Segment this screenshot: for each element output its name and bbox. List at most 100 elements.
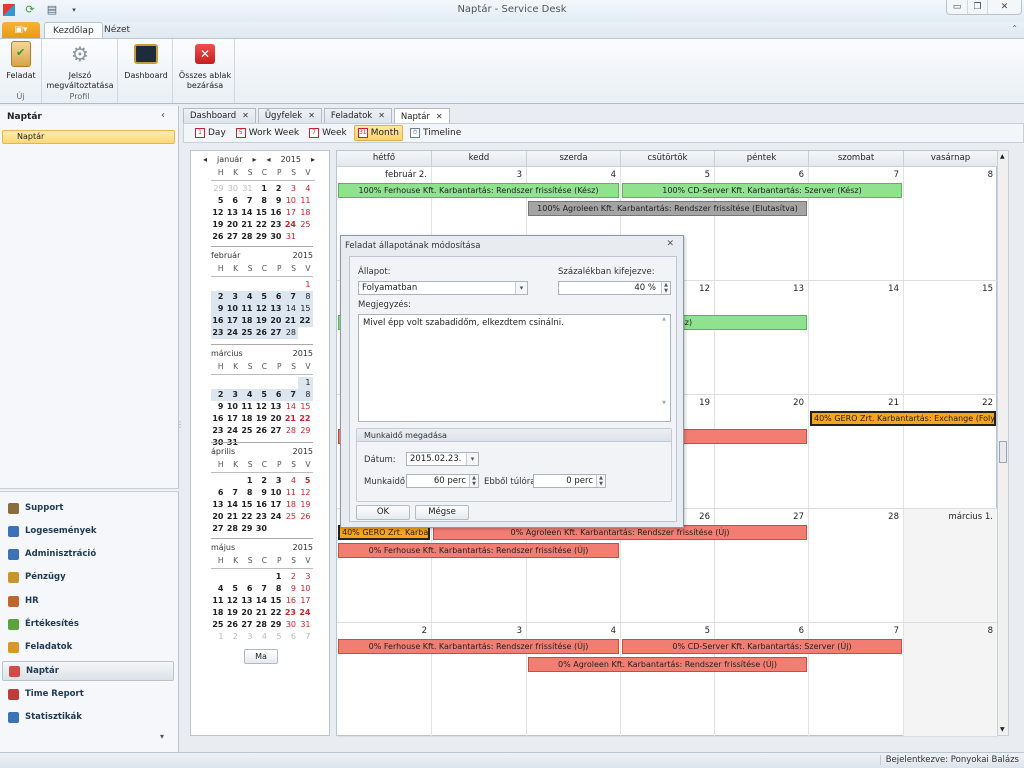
- day-cell[interactable]: 7: [283, 291, 298, 303]
- day-cell[interactable]: 22: [269, 607, 284, 619]
- day-cell[interactable]: 3: [298, 571, 313, 583]
- day-cell[interactable]: 2: [226, 631, 241, 643]
- day-cell[interactable]: 14: [255, 595, 270, 607]
- day-cell[interactable]: 19: [254, 315, 269, 327]
- day-cell[interactable]: 3: [225, 291, 240, 303]
- day-cell[interactable]: 12: [211, 207, 226, 219]
- day-cell[interactable]: 1: [255, 183, 270, 195]
- day-cell[interactable]: 18: [211, 607, 226, 619]
- day-cell[interactable]: 20: [269, 315, 284, 327]
- appointment[interactable]: 100% CD-Server Kft. Karbantartás: Szerve…: [622, 183, 902, 198]
- day-cell[interactable]: 18: [298, 207, 313, 219]
- month-day-cell[interactable]: március 1.: [904, 509, 998, 623]
- day-cell[interactable]: 20: [240, 607, 255, 619]
- day-cell[interactable]: 9: [211, 401, 226, 413]
- day-cell[interactable]: 30: [255, 523, 270, 535]
- day-cell[interactable]: 18: [284, 499, 299, 511]
- day-cell[interactable]: 19: [226, 607, 241, 619]
- next-year-icon[interactable]: ▸: [311, 155, 315, 167]
- day-cell[interactable]: 1: [269, 571, 284, 583]
- day-cell[interactable]: 6: [240, 583, 255, 595]
- day-cell[interactable]: 7: [240, 195, 255, 207]
- day-cell[interactable]: 23: [255, 511, 270, 523]
- day-cell[interactable]: 21: [226, 511, 241, 523]
- nav-item-support[interactable]: Support: [2, 498, 174, 518]
- day-cell[interactable]: 6: [284, 631, 299, 643]
- ok-button[interactable]: OK: [356, 505, 410, 520]
- day-cell[interactable]: 29: [211, 183, 226, 195]
- day-cell[interactable]: 16: [211, 413, 226, 425]
- month-day-cell[interactable]: 28: [809, 509, 904, 623]
- day-cell[interactable]: 21: [284, 413, 299, 425]
- day-cell[interactable]: 17: [284, 207, 299, 219]
- day-cell[interactable]: 9: [284, 583, 299, 595]
- month-day-cell[interactable]: 13: [715, 281, 809, 395]
- day-cell[interactable]: 13: [240, 595, 255, 607]
- prev-month-icon[interactable]: ◂: [203, 155, 207, 167]
- day-cell[interactable]: 15: [298, 303, 313, 315]
- overtime-spinner[interactable]: 0 perc ▲ ▼: [533, 474, 606, 488]
- view-work-week-button[interactable]: 5 Work Week: [233, 125, 302, 141]
- close-all-windows-button[interactable]: ✕ Összes ablak bezárása: [176, 41, 234, 91]
- day-cell[interactable]: 15: [269, 595, 284, 607]
- day-cell[interactable]: 11: [211, 595, 226, 607]
- day-cell[interactable]: 17: [269, 499, 284, 511]
- nav-item-adminisztr-ci-[interactable]: Adminisztráció: [2, 544, 174, 564]
- day-cell[interactable]: 6: [269, 389, 284, 401]
- day-cell[interactable]: 18: [240, 315, 255, 327]
- prev-year-icon[interactable]: ◂: [267, 155, 271, 167]
- day-cell[interactable]: 12: [298, 487, 313, 499]
- next-month-icon[interactable]: ▸: [253, 155, 257, 167]
- day-cell[interactable]: 4: [211, 583, 226, 595]
- day-cell[interactable]: 15: [255, 207, 270, 219]
- view-week-button[interactable]: 7 Week: [306, 125, 350, 141]
- day-cell[interactable]: 28: [226, 523, 241, 535]
- day-cell[interactable]: 13: [269, 303, 284, 315]
- note-textarea[interactable]: Mivel épp volt szabadidőm, elkezdtem csi…: [358, 314, 671, 422]
- status-select[interactable]: Folyamatban ▾: [358, 281, 528, 295]
- day-cell[interactable]: 5: [254, 389, 269, 401]
- nav-more-button[interactable]: ▾: [160, 732, 164, 741]
- doc-tab-dashboard[interactable]: Dashboard ✕: [183, 108, 256, 123]
- day-cell[interactable]: 24: [269, 511, 284, 523]
- day-cell[interactable]: 23: [211, 327, 226, 339]
- day-cell[interactable]: 2: [269, 183, 284, 195]
- day-cell[interactable]: 22: [255, 219, 270, 231]
- close-tab-icon[interactable]: ✕: [436, 110, 443, 124]
- day-cell[interactable]: 26: [254, 327, 269, 339]
- scroll-down-icon[interactable]: ▼: [1000, 726, 1005, 733]
- appointment[interactable]: 0% Ferhouse Kft. Karbantartás: Rendszer …: [338, 639, 619, 654]
- day-cell[interactable]: 17: [225, 315, 240, 327]
- percent-spinner[interactable]: 40 % ▲ ▼: [558, 281, 671, 295]
- day-cell[interactable]: 10: [225, 303, 240, 315]
- day-cell[interactable]: 26: [255, 425, 270, 437]
- day-cell[interactable]: 27: [226, 231, 241, 243]
- day-cell[interactable]: 8: [269, 583, 284, 595]
- spinner-arrows-icon[interactable]: ▲ ▼: [469, 475, 478, 487]
- day-cell[interactable]: 28: [255, 619, 270, 631]
- view-month-button[interactable]: 31 Month: [353, 125, 403, 141]
- nav-item-statisztik-k[interactable]: Statisztikák: [2, 707, 174, 727]
- day-cell[interactable]: 19: [211, 219, 226, 231]
- day-cell[interactable]: 23: [284, 607, 299, 619]
- day-cell[interactable]: 10: [269, 487, 284, 499]
- day-cell[interactable]: 13: [211, 499, 226, 511]
- day-cell[interactable]: 29: [298, 425, 313, 437]
- nav-tree-item-naptar[interactable]: Naptár: [2, 130, 175, 144]
- day-cell[interactable]: 15: [240, 499, 255, 511]
- day-cell[interactable]: 9: [211, 303, 226, 315]
- day-cell[interactable]: 8: [298, 291, 313, 303]
- day-cell[interactable]: 12: [226, 595, 241, 607]
- dashboard-button[interactable]: Dashboard: [122, 41, 170, 81]
- day-cell[interactable]: 4: [240, 389, 255, 401]
- day-cell[interactable]: 10: [226, 401, 241, 413]
- day-cell[interactable]: 19: [298, 499, 313, 511]
- day-cell[interactable]: 28: [240, 231, 255, 243]
- day-cell[interactable]: 9: [255, 487, 270, 499]
- day-cell[interactable]: 14: [283, 303, 298, 315]
- day-cell[interactable]: 6: [226, 195, 241, 207]
- day-cell[interactable]: 20: [269, 413, 284, 425]
- doc-tab-naptar[interactable]: Naptár ✕: [393, 108, 450, 124]
- textarea-scrollbar[interactable]: ▲ ▼: [659, 316, 669, 420]
- day-cell[interactable]: 27: [269, 327, 284, 339]
